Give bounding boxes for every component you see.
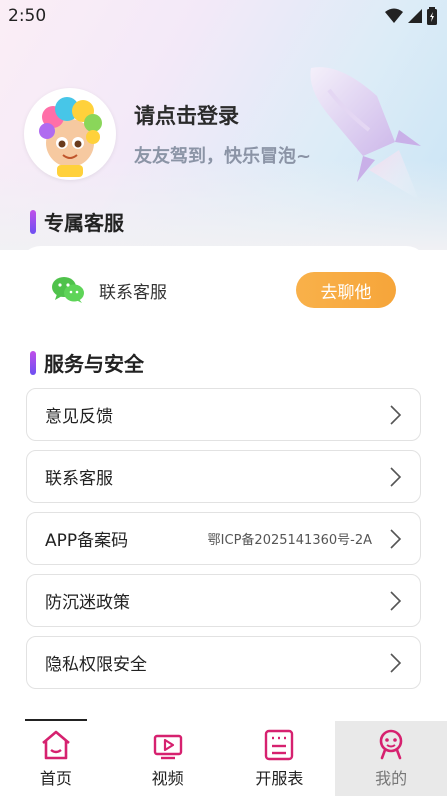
chevron-right-icon <box>390 590 402 611</box>
rocket-illustration <box>310 67 421 200</box>
chevron-right-icon <box>390 404 402 425</box>
profile-text: 请点击登录 友友驾到，快乐冒泡~ <box>134 100 311 168</box>
tab-video[interactable]: 视频 <box>112 721 224 796</box>
status-time: 2:50 <box>8 6 47 26</box>
service-security-menu: 意见反馈 联系客服 APP备案码 鄂ICP备2025141360号-2A 防沉迷… <box>26 388 421 698</box>
schedule-icon <box>265 729 294 761</box>
profile-icon <box>379 729 403 760</box>
chevron-right-icon <box>390 466 402 487</box>
tab-home[interactable]: 首页 <box>0 721 112 796</box>
tab-mine[interactable]: 我的 <box>335 721 447 796</box>
chat-button[interactable]: 去聊他 <box>296 272 396 308</box>
tab-label: 视频 <box>151 769 184 788</box>
section-accent-bar <box>30 350 36 375</box>
menu-item-app-filing[interactable]: APP备案码 鄂ICP备2025141360号-2A <box>26 512 421 565</box>
home-icon <box>42 730 70 760</box>
exclusive-service-card: 联系客服 去聊他 <box>19 246 428 334</box>
section-title-service: 专属客服 <box>30 207 124 236</box>
section-label: 专属客服 <box>44 211 124 235</box>
section-label: 服务与安全 <box>44 352 144 376</box>
battery-icon <box>427 7 437 25</box>
login-prompt[interactable]: 请点击登录 <box>134 100 311 130</box>
tab-server-schedule[interactable]: 开服表 <box>224 721 336 796</box>
menu-item-feedback[interactable]: 意见反馈 <box>26 388 421 441</box>
menu-item-anti-addiction[interactable]: 防沉迷政策 <box>26 574 421 627</box>
chevron-right-icon <box>390 652 402 673</box>
menu-item-label: 意见反馈 <box>45 407 113 427</box>
cartoon-avatar-image <box>39 97 102 177</box>
video-icon <box>153 734 182 760</box>
status-icons <box>385 7 437 25</box>
menu-item-label: APP备案码 <box>45 531 129 551</box>
menu-item-label: 隐私权限安全 <box>45 655 147 675</box>
contact-service-label: 联系客服 <box>99 282 167 303</box>
signal-icon <box>408 9 422 23</box>
status-bar: 2:50 <box>0 0 447 32</box>
bottom-tab-bar: 首页 视频 开服表 我的 <box>0 721 447 796</box>
wifi-icon <box>385 8 403 23</box>
menu-item-label: 联系客服 <box>45 469 113 489</box>
app-filing-number: 鄂ICP备2025141360号-2A <box>207 533 372 548</box>
menu-item-label: 防沉迷政策 <box>45 593 130 613</box>
menu-item-privacy-permissions[interactable]: 隐私权限安全 <box>26 636 421 689</box>
chevron-right-icon <box>390 528 402 549</box>
tab-label: 开服表 <box>255 769 304 788</box>
avatar[interactable] <box>24 88 116 180</box>
tab-label: 首页 <box>39 769 72 788</box>
section-accent-bar <box>30 209 36 234</box>
section-title-security: 服务与安全 <box>30 348 144 377</box>
menu-item-contact-service[interactable]: 联系客服 <box>26 450 421 503</box>
wechat-icon <box>52 277 84 303</box>
tab-label: 我的 <box>375 769 408 788</box>
profile-slogan: 友友驾到，快乐冒泡~ <box>134 146 312 167</box>
profile-header[interactable]: 请点击登录 友友驾到，快乐冒泡~ <box>24 88 311 180</box>
